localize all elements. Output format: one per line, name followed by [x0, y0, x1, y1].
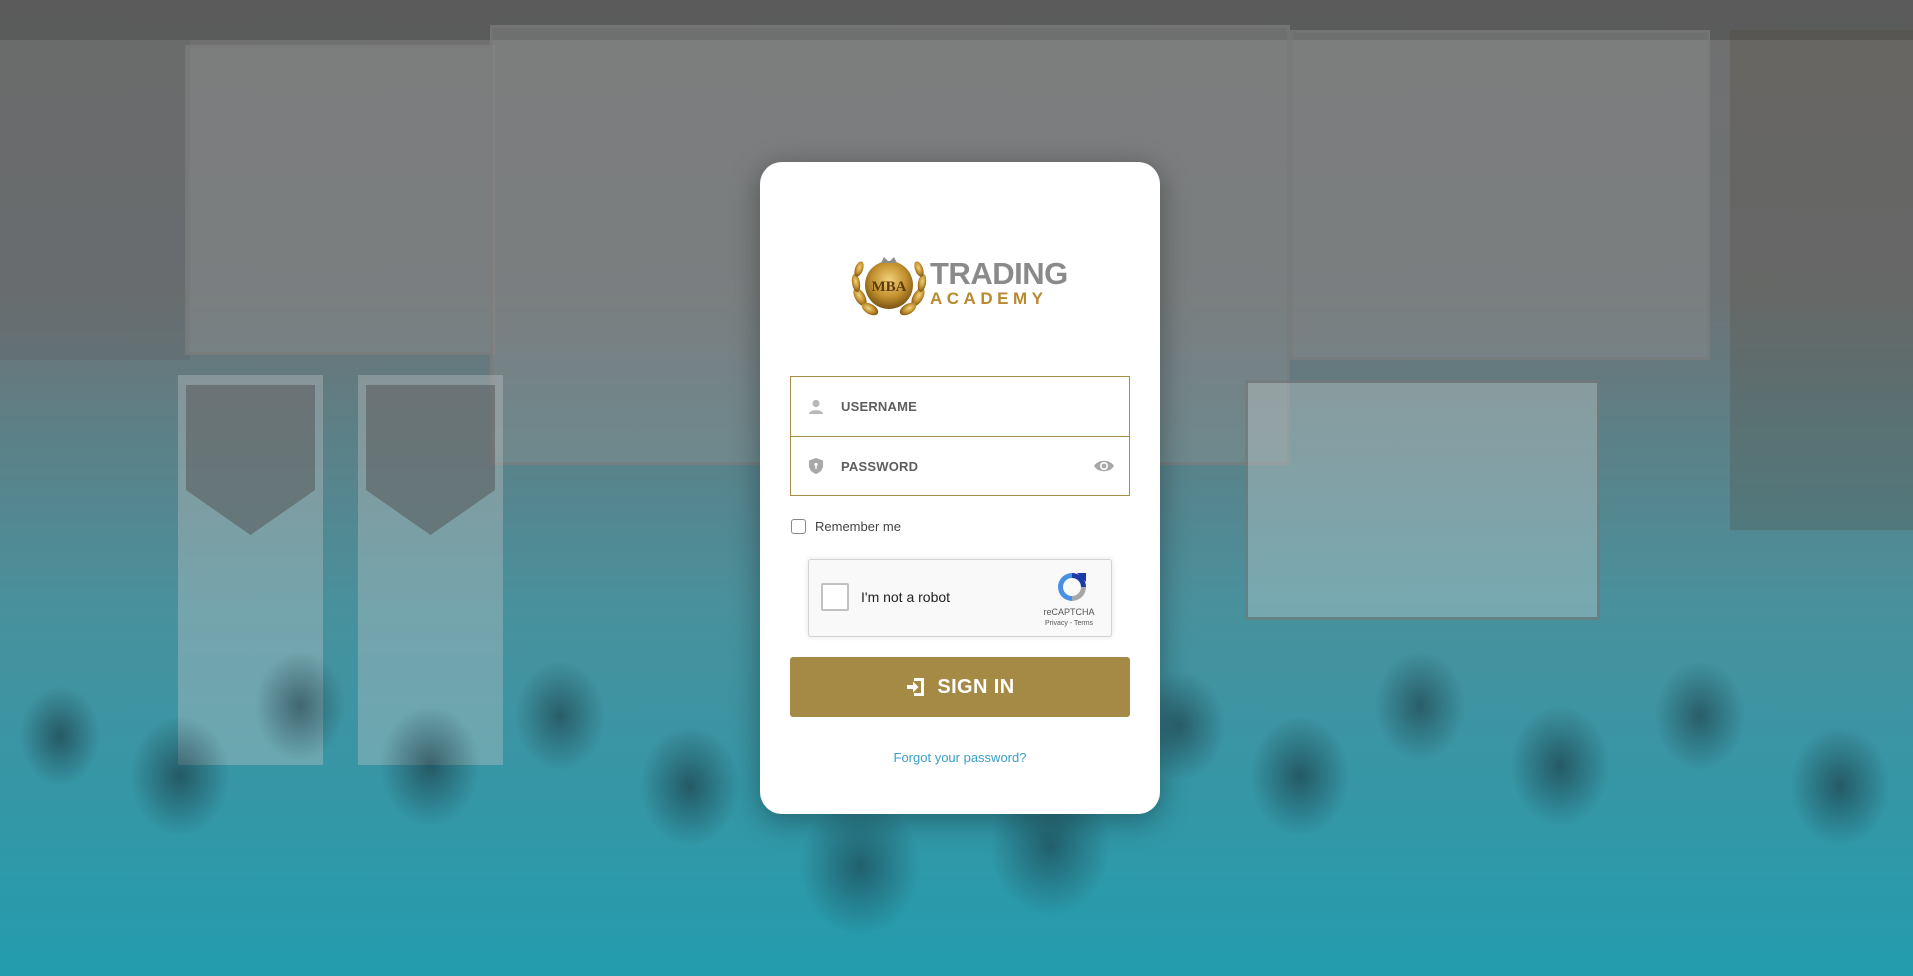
recaptcha-brand: reCAPTCHA: [1043, 607, 1095, 617]
username-row: [791, 377, 1129, 436]
bg-wall-right: [1730, 30, 1913, 530]
bg-screen-right: [1290, 30, 1710, 360]
sign-in-label: SIGN IN: [937, 675, 1015, 698]
bg-banner-shield: [186, 385, 315, 535]
bg-wall-left: [0, 40, 190, 360]
credentials-group: [790, 376, 1130, 496]
user-icon: [809, 399, 823, 414]
forgot-password-link[interactable]: Forgot your password?: [760, 750, 1160, 765]
recaptcha-logo-icon: [1058, 573, 1086, 601]
sign-in-button[interactable]: SIGN IN: [790, 657, 1130, 717]
recaptcha-label: I'm not a robot: [861, 589, 951, 605]
trading-academy-logo: MBA TRADING ACADEMY: [850, 247, 1070, 322]
laurel-emblem-icon: MBA: [851, 257, 927, 316]
password-input[interactable]: [841, 446, 1071, 486]
logo-wordmark: TRADING ACADEMY: [930, 256, 1068, 309]
logo-text-academy: ACADEMY: [930, 289, 1048, 308]
bg-screen-left: [185, 45, 495, 355]
password-row: [791, 436, 1129, 495]
remember-me-checkbox[interactable]: [791, 519, 806, 534]
sign-in-icon: [907, 678, 925, 696]
login-card: MBA TRADING ACADEMY USERNAME Remember me…: [760, 162, 1160, 814]
bg-banner-shield: [366, 385, 495, 535]
eye-icon[interactable]: [1093, 458, 1115, 474]
emblem-text: MBA: [872, 279, 907, 295]
username-input[interactable]: [841, 386, 1071, 427]
bg-whiteboard: [1245, 380, 1600, 620]
recaptcha-privacy-terms-links[interactable]: Privacy - Terms: [1037, 620, 1101, 627]
recaptcha-checkbox[interactable]: [821, 583, 849, 611]
logo-text-trading: TRADING: [930, 256, 1068, 291]
remember-me-label[interactable]: Remember me: [815, 519, 901, 534]
recaptcha-widget: I'm not a robot reCAPTCHA Privacy - Term…: [808, 559, 1112, 637]
shield-icon: [809, 458, 823, 474]
remember-me[interactable]: Remember me: [791, 519, 901, 534]
